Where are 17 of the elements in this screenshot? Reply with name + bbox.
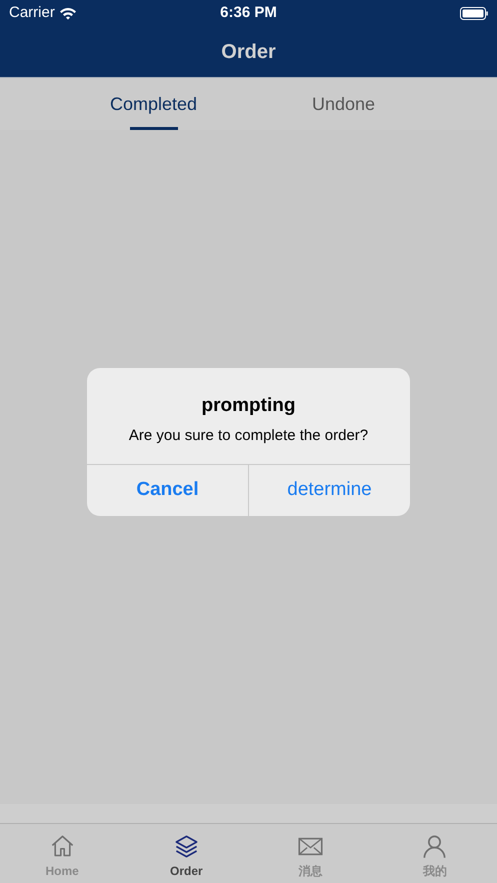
- carrier-label: Carrier: [9, 2, 55, 23]
- tab-bar-item[interactable]: 我的: [372, 824, 497, 883]
- screen-title: Order: [221, 40, 276, 64]
- tab-bar-item[interactable]: Home: [0, 824, 124, 883]
- wifi-icon: [58, 6, 77, 20]
- tab-bar-item[interactable]: 消息: [248, 824, 373, 883]
- cancel-button[interactable]: Cancel: [87, 464, 248, 516]
- layers-icon: [172, 833, 200, 860]
- dialog-title: prompting: [202, 394, 296, 418]
- segment-tab[interactable]: Completed: [88, 78, 218, 130]
- person-icon: [421, 833, 448, 860]
- battery-icon: [460, 6, 488, 20]
- dialog-message: Are you sure to complete the order?: [128, 426, 368, 446]
- confirm-button[interactable]: determine: [248, 464, 410, 516]
- clock-label: 6:36 PM: [220, 2, 277, 23]
- segment-tab[interactable]: Undone: [278, 78, 408, 130]
- tab-bar-item[interactable]: Order: [124, 824, 248, 883]
